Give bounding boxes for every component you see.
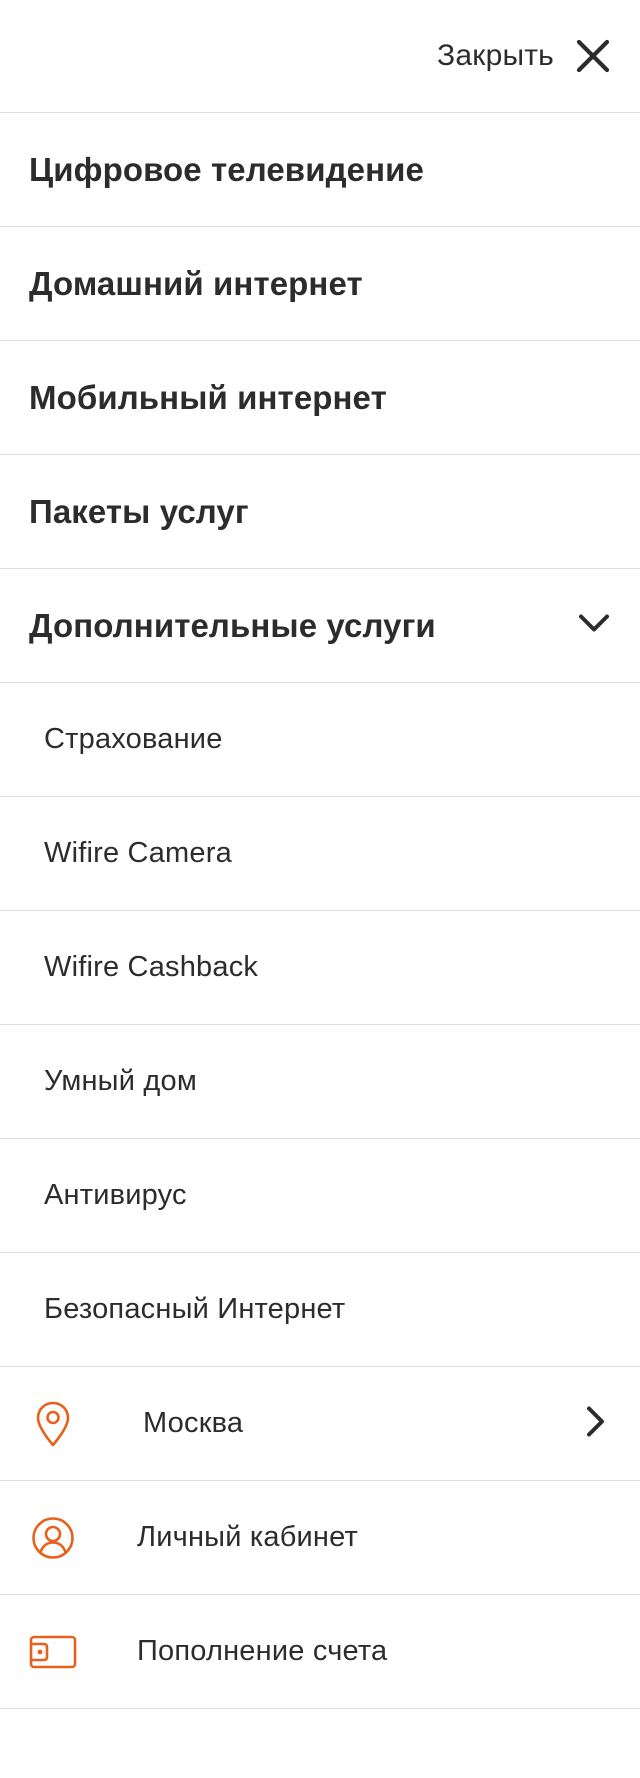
menu-item-digital-tv[interactable]: Цифровое телевидение [0,113,640,227]
submenu-item-label: Wifire Cashback [44,951,259,983]
submenu-item-antivirus[interactable]: Антивирус [0,1139,640,1253]
close-icon[interactable] [576,39,610,73]
city-selector[interactable]: Москва [0,1367,640,1481]
personal-account-label: Личный кабинет [137,1521,358,1553]
menu-item-additional-services[interactable]: Дополнительные услуги [0,569,640,683]
menu-item-mobile-internet[interactable]: Мобильный интернет [0,341,640,455]
top-up-account-link[interactable]: Пополнение счета [0,1595,640,1709]
submenu-item-label: Безопасный Интернет [44,1293,346,1325]
submenu-item-insurance[interactable]: Страхование [0,683,640,797]
navigation-menu: Закрыть Цифровое телевидение Домашний ин… [0,0,640,1709]
city-label: Москва [143,1407,244,1439]
user-circle-icon [29,1516,77,1560]
menu-item-service-packages[interactable]: Пакеты услуг [0,455,640,569]
wallet-icon [29,1634,77,1670]
personal-account-link[interactable]: Личный кабинет [0,1481,640,1595]
submenu-item-safe-internet[interactable]: Безопасный Интернет [0,1253,640,1367]
submenu-item-label: Умный дом [44,1065,197,1097]
submenu-item-wifire-camera[interactable]: Wifire Camera [0,797,640,911]
chevron-down-icon[interactable] [578,613,610,638]
submenu-item-label: Страхование [44,723,223,755]
menu-item-home-internet[interactable]: Домашний интернет [0,227,640,341]
menu-item-label: Домашний интернет [29,264,363,302]
chevron-right-icon [586,1405,606,1442]
submenu-item-smart-home[interactable]: Умный дом [0,1025,640,1139]
menu-item-label: Дополнительные услуги [29,606,436,644]
menu-item-label: Пакеты услуг [29,492,249,530]
location-pin-icon [29,1400,77,1448]
submenu-item-wifire-cashback[interactable]: Wifire Cashback [0,911,640,1025]
menu-header: Закрыть [0,0,640,113]
submenu-item-label: Антивирус [44,1179,187,1211]
top-up-label: Пополнение счета [137,1635,388,1667]
close-label: Закрыть [437,39,554,72]
menu-item-label: Мобильный интернет [29,378,387,416]
menu-item-label: Цифровое телевидение [29,150,424,188]
close-button[interactable]: Закрыть [437,39,610,73]
submenu-item-label: Wifire Camera [44,837,232,869]
